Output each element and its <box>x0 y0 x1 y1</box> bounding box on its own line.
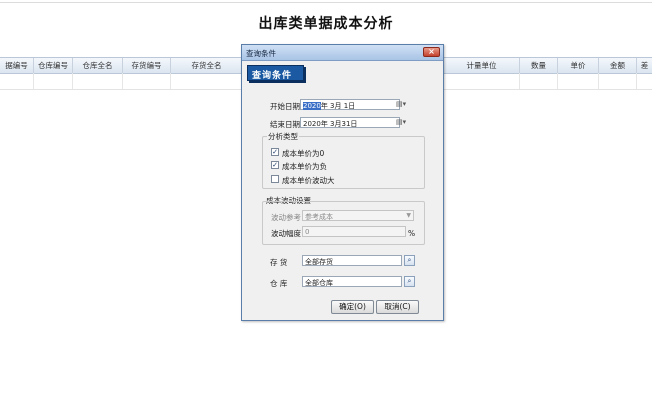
percent-sign: % <box>408 229 415 238</box>
checkbox-negative-cost-label: 成本单价为负 <box>282 161 327 172</box>
end-date-value: 2020年 3月31日 <box>303 119 357 129</box>
fluct-range-input[interactable]: 0 <box>302 226 406 237</box>
table-cell <box>171 73 243 89</box>
column-header-unit-price[interactable]: 单价 <box>558 58 599 73</box>
checkbox-fluctuation-label: 成本单价波动大 <box>282 175 335 186</box>
table-cell <box>73 73 123 89</box>
fluct-ref-label: 波动参考 <box>271 212 301 223</box>
banner-label: 查询条件 <box>252 68 292 81</box>
warehouse-input[interactable]: 全部仓库 <box>302 276 402 287</box>
query-dialog: 查询条件 × 查询条件 开始日期 2020年 3月 1日 ▤▾ 结束日期 202… <box>241 44 444 321</box>
inventory-input[interactable]: 全部存货 <box>302 255 402 266</box>
column-header-quantity[interactable]: 数量 <box>520 58 558 73</box>
start-date-year: 2020 <box>303 102 321 110</box>
start-date-input[interactable]: 2020年 3月 1日 <box>300 99 400 110</box>
page-title: 出库类单据成本分析 <box>0 13 652 33</box>
search-icon: ⌕ <box>408 256 412 264</box>
column-header-inventory-code[interactable]: 存货编号 <box>123 58 171 73</box>
inventory-value: 全部存货 <box>305 257 333 267</box>
fluct-ref-select[interactable]: 参考成本 ▼ <box>302 210 414 221</box>
column-header-bill-no[interactable]: 据编号 <box>0 58 34 73</box>
dialog-title: 查询条件 <box>246 48 276 59</box>
fluct-ref-value: 参考成本 <box>305 212 333 222</box>
cancel-button[interactable]: 取消(C) <box>376 300 419 314</box>
fluct-range-label: 波动幅度 <box>271 228 301 239</box>
column-header-unit[interactable]: 计量单位 <box>444 58 520 73</box>
start-date-rest: 年 3月 1日 <box>321 102 355 110</box>
close-icon: × <box>428 47 435 56</box>
warehouse-search-button[interactable]: ⌕ <box>404 276 415 287</box>
checkbox-negative-cost[interactable]: ✓ <box>271 161 279 169</box>
column-header-warehouse-name[interactable]: 仓库全名 <box>73 58 123 73</box>
column-header-amount[interactable]: 金额 <box>599 58 637 73</box>
column-header-diff[interactable]: 差 <box>637 58 652 73</box>
checkbox-zero-cost-label: 成本单价为0 <box>282 148 324 159</box>
calendar-dropdown-icon[interactable]: ▤▾ <box>396 100 409 108</box>
ok-button[interactable]: 确定(O) <box>331 300 374 314</box>
start-date-label: 开始日期 <box>270 101 300 112</box>
close-button[interactable]: × <box>423 47 440 57</box>
table-cell <box>444 73 520 89</box>
query-banner: 查询条件 <box>247 65 304 81</box>
end-date-input[interactable]: 2020年 3月31日 <box>300 117 400 128</box>
top-divider <box>0 2 652 3</box>
analysis-type-title: 分析类型 <box>267 131 299 142</box>
fluct-range-value: 0 <box>305 228 309 236</box>
calendar-dropdown-icon[interactable]: ▤▾ <box>396 118 409 126</box>
checkbox-zero-cost[interactable]: ✓ <box>271 148 279 156</box>
table-cell <box>34 73 73 89</box>
table-cell <box>123 73 171 89</box>
table-cell <box>558 73 599 89</box>
inventory-search-button[interactable]: ⌕ <box>404 255 415 266</box>
dialog-titlebar[interactable]: 查询条件 × <box>242 45 443 61</box>
warehouse-value: 全部仓库 <box>305 278 333 288</box>
column-header-inventory-name[interactable]: 存货全名 <box>171 58 243 73</box>
table-cell <box>0 73 34 89</box>
checkbox-fluctuation[interactable] <box>271 175 279 183</box>
table-cell <box>520 73 558 89</box>
inventory-label: 存 货 <box>270 257 287 268</box>
end-date-label: 结束日期 <box>270 119 300 130</box>
column-header-warehouse-code[interactable]: 仓库编号 <box>34 58 73 73</box>
search-icon: ⌕ <box>408 277 412 285</box>
table-cell <box>599 73 637 89</box>
chevron-down-icon: ▼ <box>406 212 411 219</box>
warehouse-label: 仓 库 <box>270 278 287 289</box>
